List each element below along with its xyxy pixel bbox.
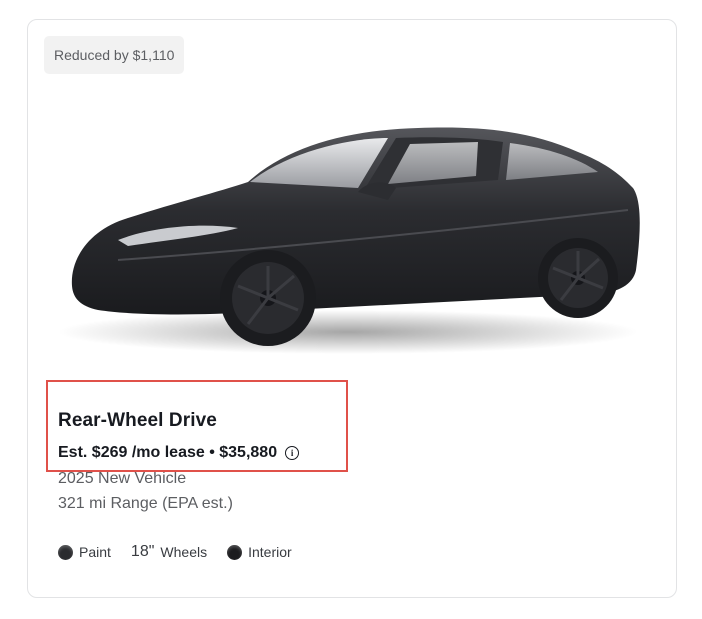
interior-option: Interior [227, 544, 292, 560]
price-reduced-badge: Reduced by $1,110 [44, 36, 185, 74]
vehicle-card[interactable]: Reduced by $1,110 Rear-Wheel Drive Est. … [27, 19, 677, 598]
badge-text: Reduced by $1,110 [54, 47, 175, 63]
options-row: Paint 18" Wheels Interior [58, 543, 312, 561]
range-text: 321 mi Range (EPA est.) [58, 495, 233, 512]
highlight-box [46, 380, 348, 472]
wheels-option: 18" Wheels [131, 543, 207, 561]
paint-swatch-icon [58, 544, 73, 560]
wheels-label: Wheels [160, 544, 208, 560]
year-condition: 2025 New Vehicle [58, 470, 187, 487]
car-illustration [58, 127, 640, 354]
interior-swatch-icon [227, 544, 243, 560]
vehicle-image[interactable] [58, 110, 648, 370]
paint-option: Paint [58, 544, 111, 560]
paint-label: Paint [79, 544, 111, 560]
interior-label: Interior [248, 544, 292, 560]
wheels-size: 18" [130, 543, 155, 560]
